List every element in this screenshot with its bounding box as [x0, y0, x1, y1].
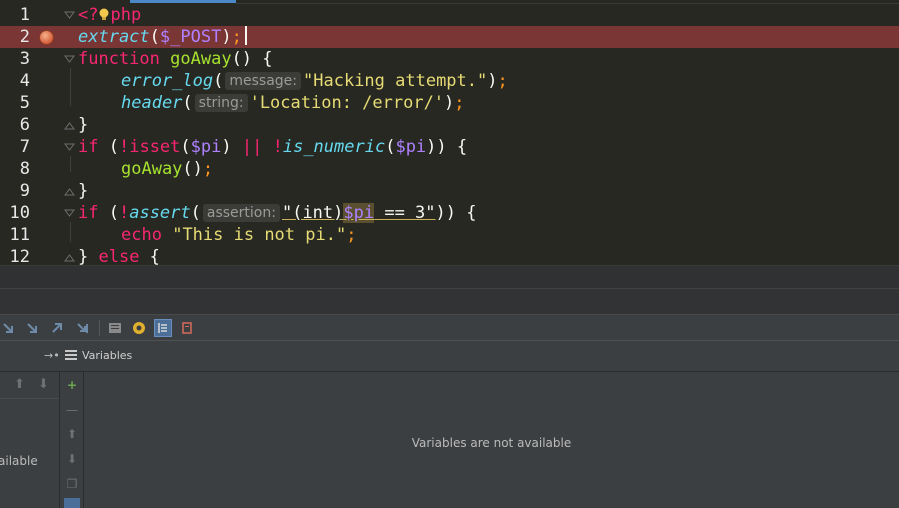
code-line-10[interactable]: 10 if (!assert(assertion: "(int)$pi == 3"… — [0, 202, 899, 224]
fold-close-icon[interactable] — [64, 120, 75, 131]
variables-area[interactable]: Variables are not available — [84, 372, 899, 508]
frames-empty-text: ailable — [0, 454, 38, 468]
step-into-icon[interactable] — [24, 319, 42, 337]
step-over-icon[interactable] — [0, 319, 18, 337]
code-text: } — [78, 181, 89, 201]
code-editor[interactable]: 1 <? php 2 extract($_POST); 3 function go… — [0, 0, 899, 265]
code-line-4[interactable]: 4 error_log(message: "Hacking attempt."); — [0, 70, 899, 92]
code-text: <? php — [78, 5, 142, 25]
variables-view-icon[interactable] — [154, 319, 172, 337]
variables-toolbar: + — ⬆ ⬇ ❐ — [60, 372, 84, 508]
arrow-up-icon[interactable]: ⬆ — [64, 426, 80, 442]
code-line-12[interactable]: 12 } else { — [0, 246, 899, 265]
run-to-cursor-icon[interactable] — [74, 319, 92, 337]
fold-open-icon[interactable] — [64, 208, 75, 219]
code-text: } else { — [78, 247, 160, 265]
code-line-6[interactable]: 6 } — [0, 114, 899, 136]
parameter-hint: assertion: — [202, 204, 280, 222]
frames-panel: ⬆ ⬇ ailable — [0, 372, 60, 508]
arrow-down-icon[interactable]: ⬇ — [64, 451, 80, 467]
code-line-5[interactable]: 5 header(string: 'Location: /error/'); — [0, 92, 899, 114]
code-text: extract($_POST); — [78, 26, 247, 48]
code-text: goAway(); — [121, 159, 214, 179]
code-text: } — [78, 115, 89, 135]
fold-open-icon[interactable] — [64, 142, 75, 153]
editor-tab-indicator — [130, 0, 236, 3]
line-number: 6 — [19, 115, 30, 135]
code-line-9[interactable]: 9 } — [0, 180, 899, 202]
empty-state-message: Variables are not available — [411, 436, 572, 450]
code-text: echo "This is not pi."; — [121, 225, 357, 245]
variables-list-icon — [65, 350, 77, 361]
code-line-3[interactable]: 3 function goAway() { — [0, 48, 899, 70]
pin-arrow-icon[interactable]: →• — [44, 349, 60, 362]
line-number: 9 — [19, 181, 30, 201]
arrow-up-icon[interactable]: ⬆ — [14, 377, 25, 392]
line-number: 11 — [9, 225, 30, 245]
fold-close-icon[interactable] — [64, 252, 75, 263]
line-number: 5 — [19, 93, 30, 113]
variables-title: Variables — [82, 349, 133, 362]
step-out-icon[interactable] — [48, 319, 66, 337]
code-text: function goAway() { — [78, 49, 273, 69]
remove-icon[interactable]: — — [64, 402, 80, 418]
line-number: 8 — [19, 159, 30, 179]
fold-open-icon[interactable] — [64, 10, 75, 21]
code-text: if (!assert(assertion: "(int)$pi == 3")) … — [78, 203, 477, 223]
code-line-8[interactable]: 8 goAway(); — [0, 158, 899, 180]
code-text: error_log(message: "Hacking attempt."); — [121, 71, 508, 91]
breakpoint-icon[interactable] — [39, 30, 54, 45]
code-line-1[interactable]: 1 <? php — [0, 4, 899, 26]
arrow-down-icon[interactable]: ⬇ — [38, 377, 49, 392]
code-line-11[interactable]: 11 echo "This is not pi."; — [0, 224, 899, 246]
evaluate-icon[interactable] — [106, 319, 124, 337]
line-number: 10 — [9, 203, 30, 223]
toolbar-separator — [99, 320, 100, 336]
line-number: 3 — [19, 49, 30, 69]
settings-icon[interactable] — [64, 498, 80, 508]
intention-bulb-icon[interactable] — [98, 8, 110, 22]
highlighted-variable: $pi — [343, 203, 375, 223]
parameter-hint: string: — [194, 94, 248, 112]
parameter-hint: message: — [225, 72, 302, 90]
frames-toolbar: ⬆ ⬇ — [0, 372, 59, 399]
editor-bottom-area — [0, 265, 899, 288]
copy-icon[interactable]: ❐ — [64, 476, 80, 492]
line-number: 2 — [19, 27, 30, 47]
code-line-7[interactable]: 7 if (!isset($pi) || !is_numeric($pi)) { — [0, 136, 899, 158]
debug-toolbar — [0, 314, 899, 340]
panel-splitter[interactable] — [0, 288, 899, 314]
clear-icon[interactable] — [178, 319, 196, 337]
line-number: 12 — [9, 247, 30, 265]
code-text: if (!isset($pi) || !is_numeric($pi)) { — [78, 137, 468, 157]
text-caret — [244, 26, 247, 45]
line-number: 7 — [19, 137, 30, 157]
code-line-2-breakpoint[interactable]: 2 extract($_POST); — [0, 26, 899, 48]
fold-open-icon[interactable] — [64, 54, 75, 65]
line-number: 1 — [19, 5, 30, 25]
fold-close-icon[interactable] — [64, 186, 75, 197]
code-text: header(string: 'Location: /error/'); — [121, 93, 465, 113]
line-number: 4 — [19, 71, 30, 91]
add-watch-icon[interactable]: + — [64, 377, 80, 393]
watch-icon[interactable] — [130, 319, 148, 337]
variables-panel-header: →• Variables — [0, 340, 899, 372]
